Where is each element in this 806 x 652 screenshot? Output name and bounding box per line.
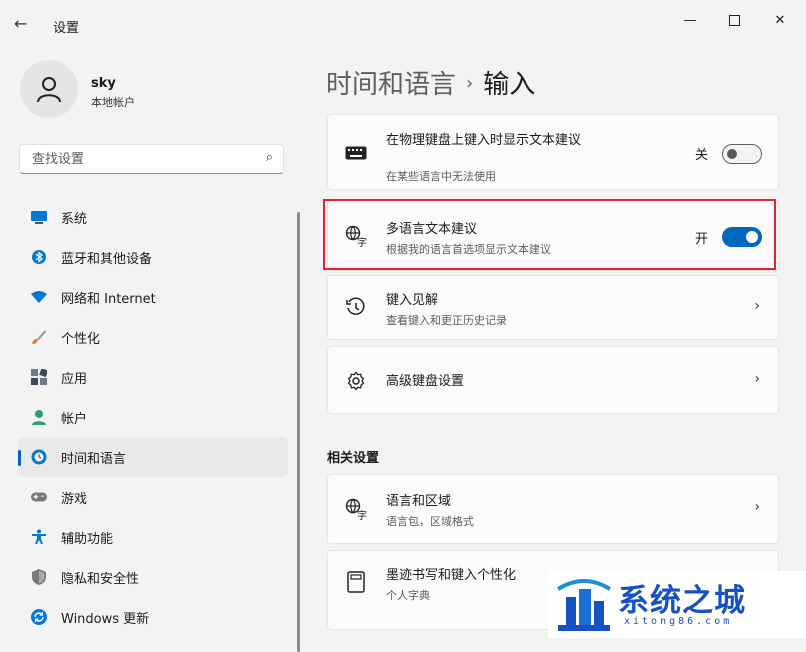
toggle-knob: [746, 231, 758, 243]
sidebar-item-9[interactable]: 隐私和安全性: [18, 557, 288, 597]
page-title: 输入: [483, 70, 536, 100]
arrow-left-icon: ←: [14, 14, 28, 33]
multilingual-toggle[interactable]: [722, 227, 762, 247]
sidebar-item-3[interactable]: 个性化: [18, 317, 288, 357]
watermark: 系统之城 xitong86.com: [548, 571, 806, 638]
advanced-keyboard-settings-row[interactable]: 高级键盘设置 ›: [327, 346, 779, 414]
sidebar-item-label: 游戏: [61, 491, 88, 507]
avatar[interactable]: [20, 60, 78, 118]
svg-text:字: 字: [357, 509, 367, 520]
sidebar-item-7[interactable]: 游戏: [18, 477, 288, 517]
language-icon: 字: [345, 225, 367, 247]
sidebar-item-2[interactable]: 网络和 Internet: [18, 277, 288, 317]
monitor-icon: [31, 209, 47, 225]
main-content: 时间和语言 › 输入 在物理键盘上键入时显示文本建议 在某些语言中无法使用 关 字 …: [300, 46, 806, 638]
sidebar-item-label: 帐户: [61, 411, 88, 427]
minimize-icon: —: [683, 12, 697, 28]
close-icon: ✕: [774, 12, 786, 28]
user-icon: [37, 77, 61, 103]
sidebar-item-label: 辅助功能: [61, 531, 114, 547]
maximize-icon: [728, 14, 740, 26]
card-subtitle: 根据我的语言首选项显示文本建议: [386, 243, 551, 256]
card-title: 在物理键盘上键入时显示文本建议: [386, 133, 582, 148]
history-icon: [345, 297, 367, 319]
sidebar-item-label: 个性化: [61, 331, 101, 347]
sidebar-item-0[interactable]: 系统: [18, 197, 288, 237]
card-subtitle: 语言包，区域格式: [386, 515, 474, 528]
close-button[interactable]: ✕: [762, 8, 798, 32]
breadcrumb-separator: ›: [466, 73, 474, 94]
user-name: sky: [91, 76, 116, 91]
search-box[interactable]: ⌕: [19, 144, 284, 174]
card-title: 高级键盘设置: [386, 374, 465, 389]
sidebar-item-10[interactable]: Windows 更新: [18, 597, 288, 637]
sidebar-item-5[interactable]: 帐户: [18, 397, 288, 437]
card-title: 墨迹书写和键入个性化: [386, 568, 517, 583]
chevron-right-icon: ›: [754, 371, 760, 387]
chevron-right-icon: ›: [754, 298, 760, 314]
maximize-button[interactable]: [716, 8, 752, 32]
search-input[interactable]: [30, 151, 254, 168]
typing-insights-row[interactable]: 键入见解 查看键入和更正历史记录 ›: [327, 275, 779, 340]
keyboard-icon: [345, 142, 367, 164]
account-icon: [31, 409, 47, 425]
wifi-icon: [31, 289, 47, 305]
multilingual-suggestions-row: 字 多语言文本建议 根据我的语言首选项显示文本建议 开: [327, 200, 779, 271]
physical-keyboard-suggestions-row: 在物理键盘上键入时显示文本建议 在某些语言中无法使用 关: [327, 114, 779, 190]
sidebar-item-4[interactable]: 应用: [18, 357, 288, 397]
sidebar-item-6[interactable]: 时间和语言: [18, 437, 288, 477]
sidebar-item-label: Windows 更新: [61, 611, 150, 627]
card-title: 键入见解: [386, 293, 439, 308]
sidebar-item-label: 网络和 Internet: [61, 291, 156, 307]
update-icon: [31, 609, 47, 625]
related-settings-heading: 相关设置: [327, 451, 380, 466]
watermark-url: xitong86.com: [624, 616, 733, 627]
bluetooth-icon: [31, 249, 47, 265]
app-title: 设置: [53, 21, 80, 36]
dictionary-icon: [345, 571, 367, 593]
sidebar-item-label: 隐私和安全性: [61, 571, 140, 587]
minimize-button[interactable]: —: [672, 8, 708, 32]
sidebar-item-label: 时间和语言: [61, 451, 127, 467]
card-title: 多语言文本建议: [386, 222, 478, 237]
sidebar-item-label: 蓝牙和其他设备: [61, 251, 153, 267]
sidebar-item-label: 系统: [61, 211, 88, 227]
chevron-right-icon: ›: [754, 499, 760, 515]
watermark-logo: [556, 579, 612, 631]
nav-list: 系统蓝牙和其他设备 网络和 Internet 个性化应用帐户时间和语言游戏辅助功能隐…: [18, 197, 288, 637]
toggle-state-label: 关: [695, 148, 709, 163]
search-icon[interactable]: ⌕: [266, 150, 273, 165]
watermark-name: 系统之城: [618, 583, 746, 619]
physical-keyboard-toggle[interactable]: [722, 144, 762, 164]
apps-icon: [31, 369, 47, 385]
card-subtitle: 查看键入和更正历史记录: [386, 314, 507, 327]
back-button[interactable]: ←: [14, 14, 40, 40]
card-subtitle: 个人字典: [386, 589, 430, 602]
toggle-state-label: 开: [695, 232, 709, 247]
shield-icon: [31, 569, 47, 585]
sidebar: sky 本地帐户 ⌕ 系统蓝牙和其他设备网络和 Internet 个性化应用帐户时…: [0, 46, 300, 652]
sidebar-item-8[interactable]: 辅助功能: [18, 517, 288, 557]
title-bar: ← 设置 — ✕: [0, 0, 806, 46]
gamepad-icon: [31, 489, 47, 505]
toggle-knob: [727, 149, 737, 159]
sidebar-item-label: 应用: [61, 371, 88, 387]
language-icon: 字: [345, 498, 367, 520]
account-type: 本地帐户: [91, 96, 135, 109]
brush-icon: [31, 329, 47, 345]
language-region-row[interactable]: 字 语言和区域 语言包，区域格式 ›: [327, 474, 779, 544]
breadcrumb: 时间和语言 › 输入: [326, 64, 535, 101]
sidebar-item-1[interactable]: 蓝牙和其他设备: [18, 237, 288, 277]
svg-text:字: 字: [357, 236, 367, 247]
gear-icon: [345, 370, 367, 392]
breadcrumb-parent[interactable]: 时间和语言: [326, 70, 456, 100]
card-subtitle: 在某些语言中无法使用: [386, 170, 496, 183]
accessibility-icon: [31, 529, 47, 545]
globe-clock-icon: [31, 449, 47, 465]
card-title: 语言和区域: [386, 494, 452, 509]
active-indicator: [18, 450, 21, 466]
